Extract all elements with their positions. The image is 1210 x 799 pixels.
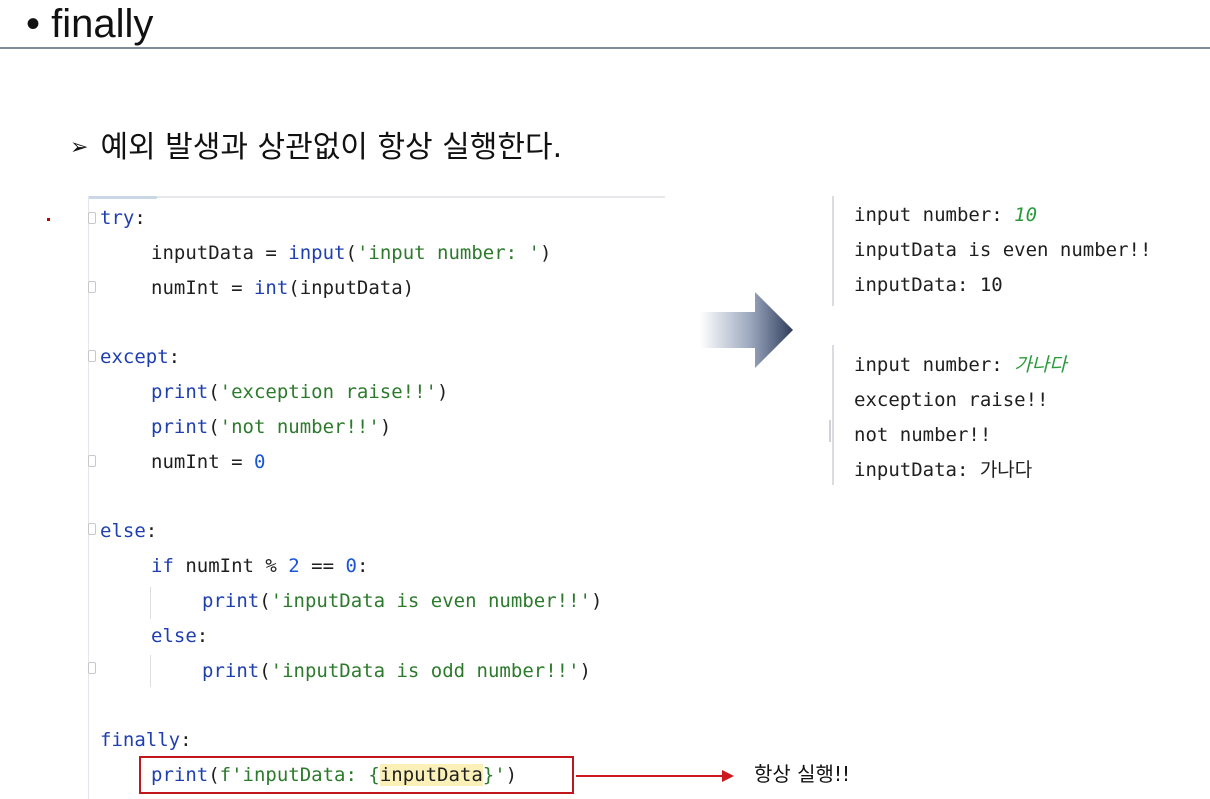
slide-title: • finally (26, 2, 154, 46)
code-line-finally: finally: (100, 729, 192, 751)
code-line-int: numInt = int(inputData) (151, 277, 415, 299)
bullet-arrow-icon: ➢ (70, 135, 89, 160)
output1-result-line: inputData: 10 (854, 274, 1003, 296)
code-line-print-odd: print('inputData is odd number!!') (202, 660, 591, 682)
code-line-print-even: print('inputData is even number!!') (202, 590, 603, 612)
fold-marker-icon (88, 212, 96, 224)
gutter-mark (829, 420, 831, 442)
output1-even-line: inputData is even number!! (854, 239, 1152, 261)
console-output-panel-2 (832, 345, 834, 485)
code-line-input: inputData = input('input number: ') (151, 242, 552, 264)
fold-marker-icon (88, 523, 96, 535)
editor-top-border (89, 196, 665, 198)
output2-exception-line: exception raise!! (854, 389, 1049, 411)
annotation-arrow-line (576, 775, 724, 777)
finally-highlight-box (139, 756, 574, 794)
code-line-else: else: (100, 520, 158, 542)
fold-marker-icon (88, 350, 96, 362)
always-executed-note: 항상 실행!! (754, 762, 850, 786)
indent-guide (150, 655, 151, 687)
code-line-print-not-number: print('not number!!') (151, 416, 392, 438)
code-line-zero: numInt = 0 (151, 451, 266, 473)
fold-marker-icon (88, 662, 96, 674)
code-line-try: try: (100, 207, 146, 229)
red-dot-marker (47, 218, 50, 221)
code-line-if: if numInt % 2 == 0: (151, 555, 369, 577)
output1-prompt-line: input number: 10 (854, 204, 1038, 226)
output2-not-number-line: not number!! (854, 424, 992, 446)
code-line-print-exception: print('exception raise!!') (151, 381, 449, 403)
fold-marker-icon (88, 281, 96, 293)
output2-result-line: inputData: 가나다 (854, 459, 1033, 481)
code-line-except: except: (100, 346, 181, 368)
annotation-arrow-head-icon (722, 770, 734, 782)
fold-marker-icon (88, 455, 96, 467)
bullet-line: ➢ 예외 발생과 상관없이 항상 실행한다. (70, 128, 562, 171)
console-output-panel-1 (832, 196, 834, 306)
code-line-inner-else: else: (151, 625, 209, 647)
bullet-text: 예외 발생과 상관없이 항상 실행한다. (100, 130, 563, 165)
output2-prompt-line: input number: 가나다 (854, 354, 1067, 376)
title-divider (0, 47, 1210, 49)
right-arrow-icon (700, 292, 793, 368)
editor-tab-indicator (89, 196, 157, 199)
indent-guide (150, 587, 151, 619)
